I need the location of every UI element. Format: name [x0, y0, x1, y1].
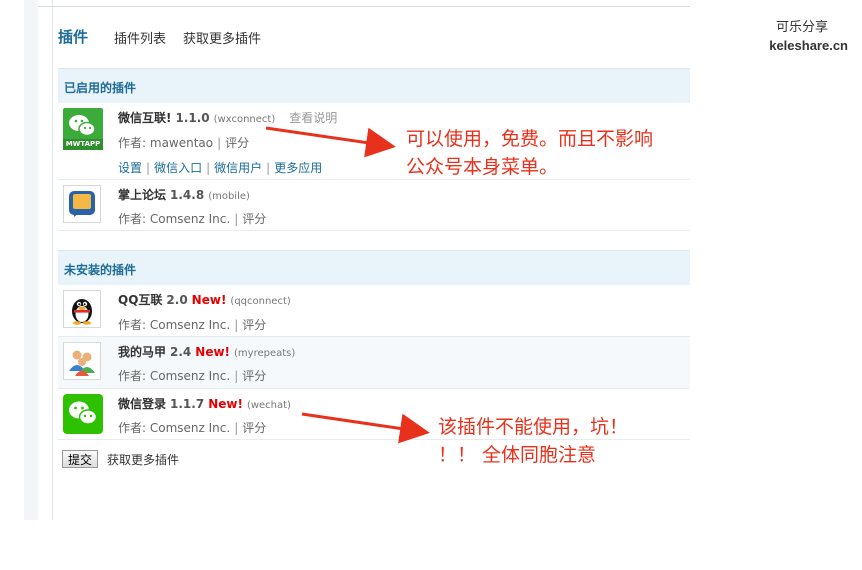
annotation-top-line2: 公众号本身菜单。 — [406, 156, 559, 178]
annotation-top: 可以使用，免费。而且不影响 公众号本身菜单。 — [406, 125, 653, 181]
annotation-arrows — [265, 126, 430, 444]
annotation-bottom-line2: ！！ 全体同胞注意 — [438, 444, 597, 466]
watermark-url: keleshare.cn — [769, 38, 848, 53]
annotation-bottom: 该插件不能使用，坑！ ！！ 全体同胞注意 — [438, 413, 628, 469]
annotation-top-line1: 可以使用，免费。而且不影响 — [406, 128, 654, 150]
arrow-top — [265, 126, 396, 158]
arrow-bottom — [301, 412, 430, 444]
watermark-title: 可乐分享 — [775, 19, 828, 34]
annotation-bottom-line1: 该插件不能使用，坑！ — [438, 416, 629, 438]
